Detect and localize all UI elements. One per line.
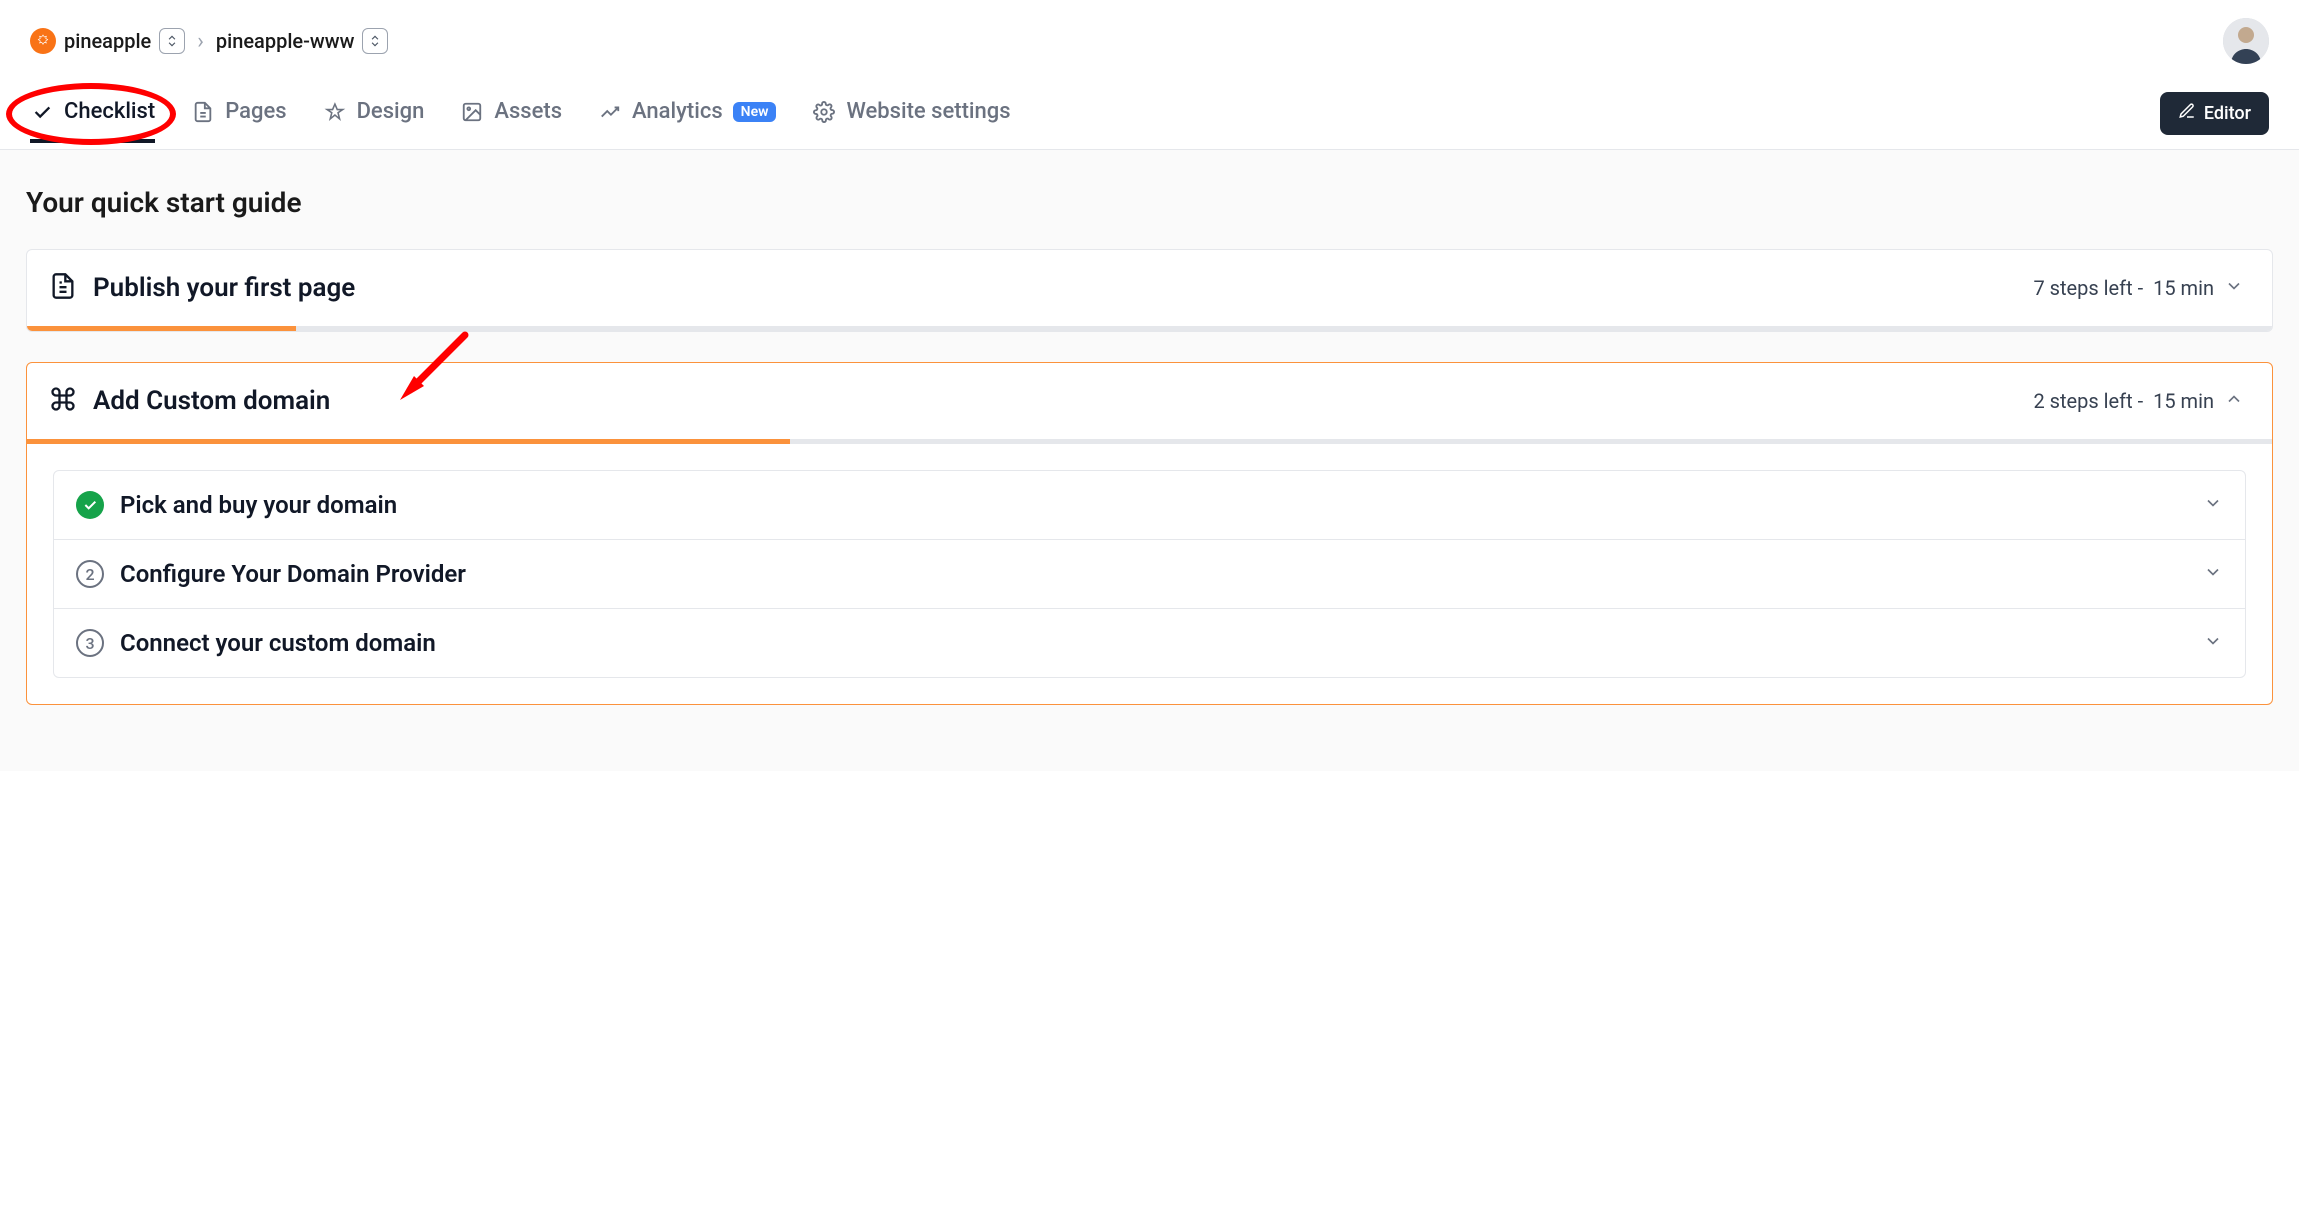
tab-design[interactable]: Design [323,99,425,142]
step-item[interactable]: 3 Connect your custom domain [54,608,2245,677]
progress-fill [27,326,296,331]
org-icon [30,28,56,54]
breadcrumb-project-label: pineapple-www [216,29,355,53]
card-header-custom-domain[interactable]: Add Custom domain 2 steps left - 15 min [27,363,2272,439]
editor-button-label: Editor [2204,103,2251,124]
step-title: Pick and buy your domain [120,491,397,519]
design-icon [323,100,347,124]
image-icon [460,100,484,124]
editor-button[interactable]: Editor [2160,92,2269,135]
chevron-down-icon [2203,562,2223,586]
step-list: Pick and buy your domain 2 Configure You… [53,470,2246,678]
tab-assets-label: Assets [494,99,562,124]
avatar[interactable] [2223,18,2269,64]
tab-assets[interactable]: Assets [460,99,562,142]
org-selector-toggle[interactable] [159,28,185,54]
step-number: 3 [76,629,104,657]
step-number: 2 [76,560,104,588]
chevron-down-icon [2224,276,2244,301]
breadcrumb-project[interactable]: pineapple-www [216,28,389,54]
time-estimate: 15 min [2153,389,2214,413]
step-item[interactable]: 2 Configure Your Domain Provider [54,539,2245,608]
new-badge: New [733,102,777,122]
breadcrumb: pineapple › pineapple-www [30,28,388,54]
step-title: Configure Your Domain Provider [120,560,466,588]
pencil-icon [2178,102,2196,125]
tab-pages-label: Pages [225,99,286,124]
steps-left: 7 steps left - [2033,276,2143,300]
document-icon [191,100,215,124]
steps-left: 2 steps left - [2033,389,2143,413]
check-icon [30,100,54,124]
chevron-down-icon [2203,493,2223,517]
tab-analytics[interactable]: Analytics New [598,99,776,142]
tab-analytics-label: Analytics [632,99,723,124]
page-title: Your quick start guide [26,186,2273,219]
tab-pages[interactable]: Pages [191,99,286,142]
step-title: Connect your custom domain [120,629,436,657]
step-item[interactable]: Pick and buy your domain [54,471,2245,539]
tab-design-label: Design [357,99,425,124]
document-icon [49,272,77,304]
tab-settings-label: Website settings [846,99,1010,124]
checklist-card-publish: Publish your first page 7 steps left - 1… [26,249,2273,332]
checklist-card-custom-domain: Add Custom domain 2 steps left - 15 min [26,362,2273,705]
card-title: Publish your first page [93,273,355,303]
nav-tabs: Checklist Pages Design Assets [30,99,1011,142]
chevron-up-icon [2224,389,2244,414]
tab-checklist-label: Checklist [64,99,155,124]
tab-website-settings[interactable]: Website settings [812,99,1010,142]
tab-checklist[interactable]: Checklist [30,99,155,142]
progress-bar [27,326,2272,331]
chevron-down-icon [2203,631,2223,655]
analytics-icon [598,100,622,124]
command-icon [49,385,77,417]
time-estimate: 15 min [2153,276,2214,300]
breadcrumb-org[interactable]: pineapple [30,28,185,54]
card-title: Add Custom domain [93,386,330,416]
gear-icon [812,100,836,124]
step-done-icon [76,491,104,519]
project-selector-toggle[interactable] [362,28,388,54]
breadcrumb-org-label: pineapple [64,29,151,53]
breadcrumb-separator: › [197,29,204,54]
card-header-publish[interactable]: Publish your first page 7 steps left - 1… [27,250,2272,326]
